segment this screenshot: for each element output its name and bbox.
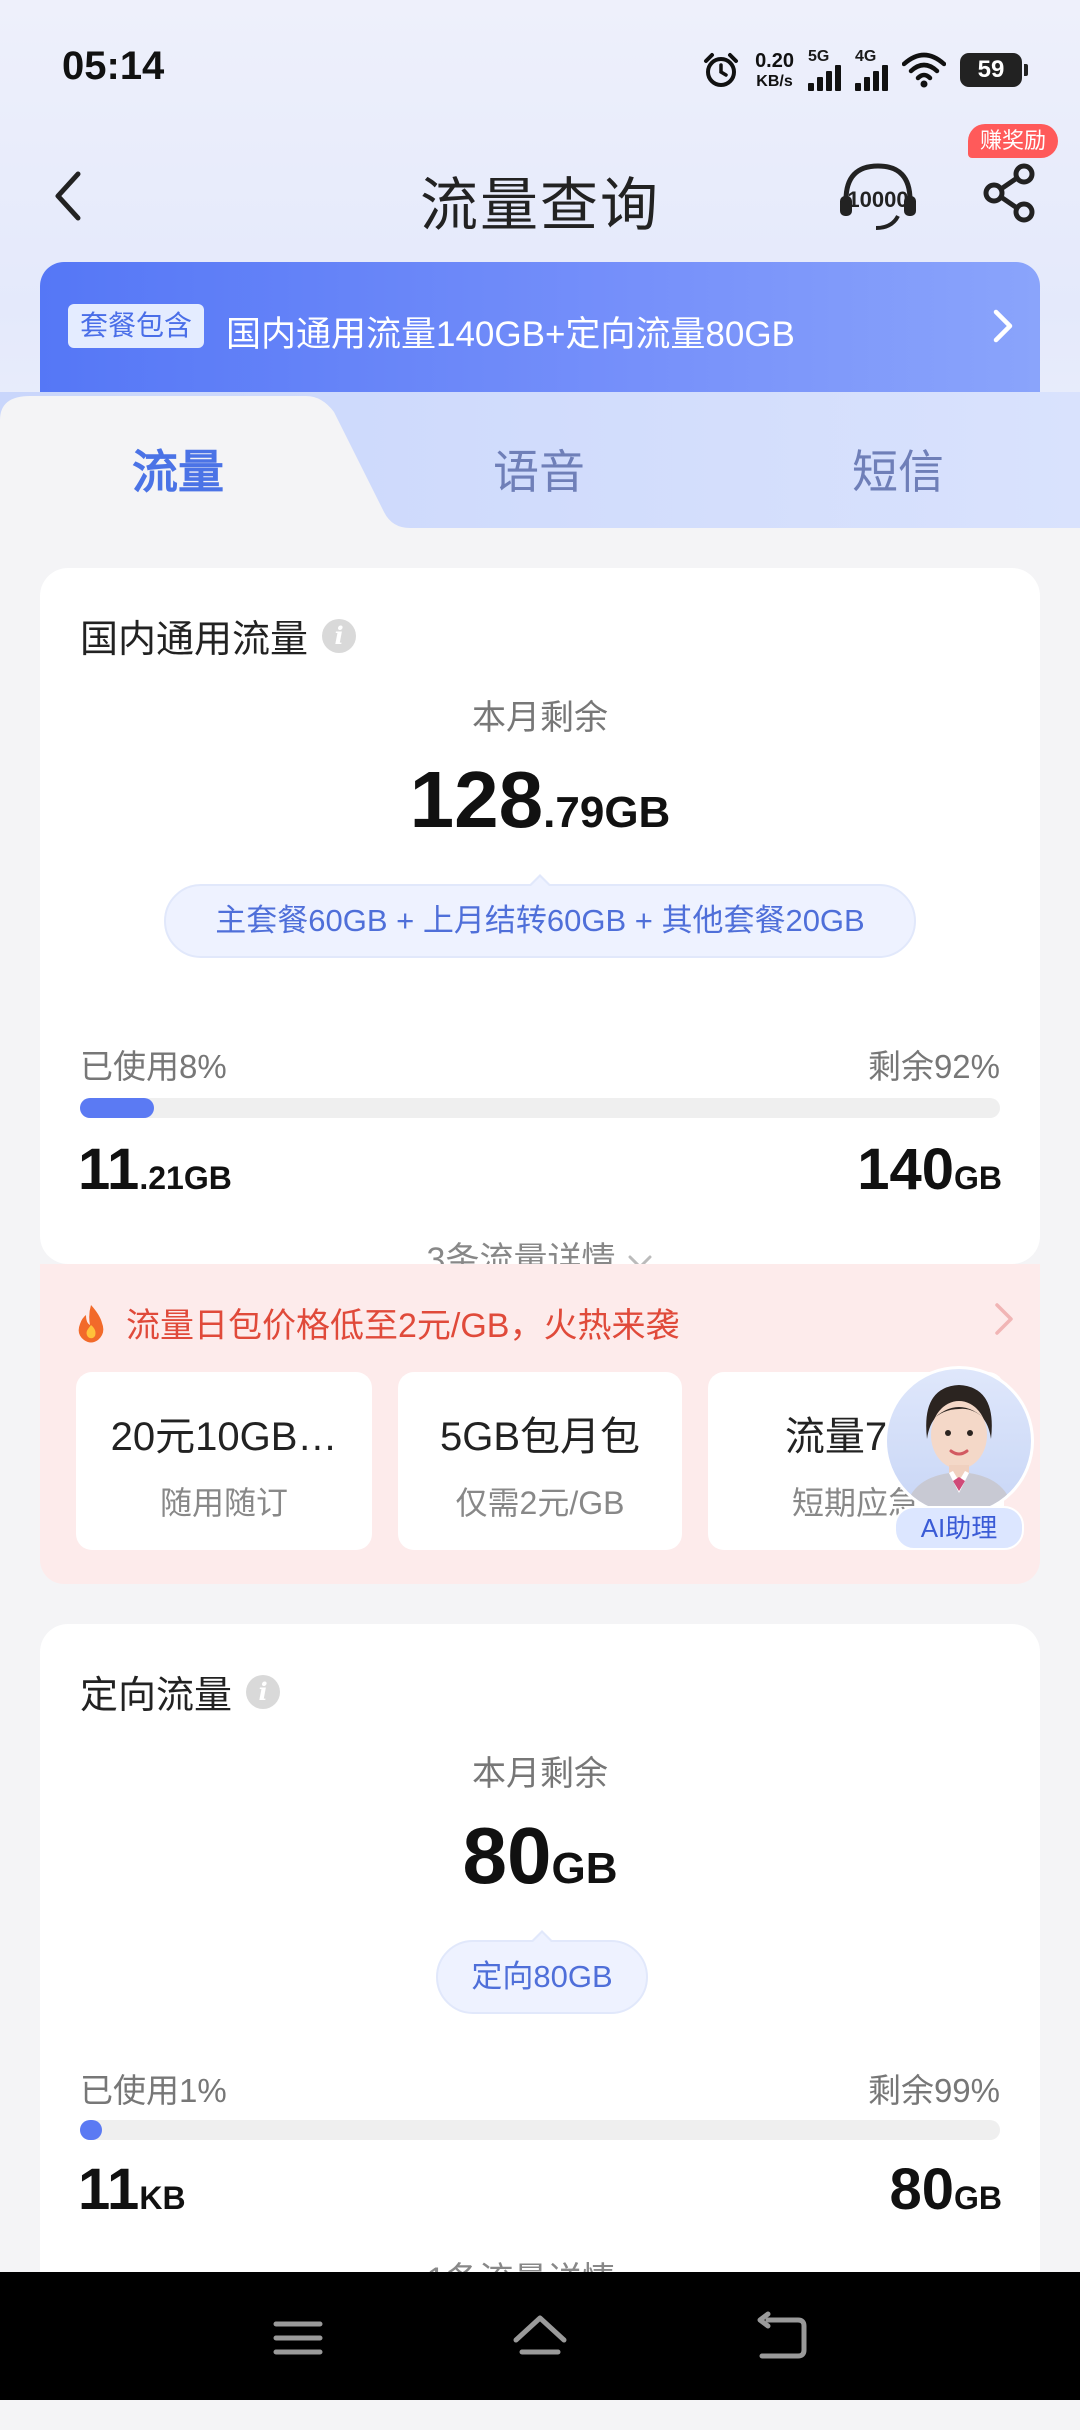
remaining-amount: 128.79GB [40,754,1040,846]
offer-card[interactable]: 5GB包月包 仅需2元/GB [398,1372,682,1550]
total-amount: 80GB [889,2156,1002,2223]
ai-assistant-button[interactable]: AI助理 [880,1366,1034,1552]
ai-assistant-label: AI助理 [894,1506,1024,1550]
info-icon[interactable]: i [322,618,357,653]
menu-icon[interactable] [268,2310,328,2366]
sim1-signal: 5G [808,49,841,91]
directed-data-title: 定向流量 [80,1675,233,1717]
used-percent: 已使用8% [80,1048,227,1085]
signal-bars-icon [855,63,888,91]
used-amount: 11.21GB [78,1136,232,1203]
page-title: 流量查询 [419,173,660,238]
used-percent: 已使用1% [80,2072,227,2109]
remaining-integer: 80 [462,1811,552,1900]
usage-progress-bar [80,1098,1000,1118]
assistant-avatar-icon [905,1385,1013,1513]
back-icon[interactable] [752,2310,812,2366]
package-summary: 国内通用流量140GB+定向流量80GB [226,315,795,354]
battery-indicator: 59 [960,53,1028,87]
allowance-breakdown: 定向80GB [436,1930,648,2014]
usage-progress-fill [80,2120,102,2140]
directed-data-card: 定向流量 i 本月剩余 80GB 定向80GB 已使用1% 剩余99% 11KB… [40,1624,1040,2324]
total-amount: 140GB [857,1136,1002,1203]
card-title: 定向流量 i [80,1664,281,1719]
status-time: 05:14 [62,44,165,88]
promo-headline[interactable]: 流量日包价格低至2元/GB，火热来袭 [74,1298,679,1347]
used-amount: 11KB [78,2156,186,2223]
system-navigation-bar [0,2272,1080,2400]
ai-avatar [884,1366,1034,1516]
sim2-signal: 4G [855,49,888,91]
alarm-icon [704,53,739,87]
total-integer: 140 [857,1137,954,1202]
usage-progress-fill [80,1098,154,1118]
status-icons: 0.20 KB/s 5G 4G 59 [701,48,1028,92]
offer-subtitle: 仅需2元/GB [455,1485,625,1521]
remain-label: 本月剩余 [472,1755,608,1793]
general-data-title: 国内通用流量 [80,619,309,661]
total-unit: GB [954,1160,1002,1196]
used-unit: KB [139,2180,186,2216]
total-integer: 80 [889,2157,954,2222]
total-unit: GB [954,2180,1002,2216]
offer-title: 5GB包月包 [439,1415,641,1459]
usage-progress-bar [80,2120,1000,2140]
general-data-card: 国内通用流量 i 本月剩余 128.79GB 主套餐60GB + 上月结转60G… [40,568,1040,1279]
info-icon[interactable]: i [246,1674,281,1709]
remaining-percent: 剩余99% [867,2072,1000,2109]
remaining-integer: 128 [409,755,544,844]
chevron-right-icon [993,309,1013,343]
promo-headline-text: 流量日包价格低至2元/GB，火热来袭 [126,1307,680,1345]
signal-bars-icon [808,63,841,91]
used-unit: .21GB [139,1160,232,1196]
allowance-breakdown: 主套餐60GB + 上月结转60GB + 其他套餐20GB [164,874,916,958]
network-speed-value: 0.20 [755,49,794,72]
10000-headset-icon[interactable]: 10000 [838,160,918,232]
network-speed-unit: KB/s [756,72,793,90]
remaining-unit: GB [551,1844,618,1893]
svg-text:10000: 10000 [847,187,908,212]
reward-badge[interactable]: 赚奖励 [968,124,1059,158]
remaining-decimal: .79GB [543,788,671,837]
used-integer: 11 [78,2157,140,2222]
card-title: 国内通用流量 i [80,608,357,663]
used-integer: 11 [78,1137,140,1202]
remaining-percent: 剩余92% [867,1048,1000,1085]
status-bar: 05:14 0.20 KB/s 5G 4G 59 [0,0,1080,140]
offer-card[interactable]: 20元10GB… 随用随订 [76,1372,372,1550]
tab-voice[interactable]: 语音 [493,436,585,502]
offer-title: 20元10GB… [110,1415,338,1459]
share-icon[interactable] [982,162,1038,224]
offer-subtitle: 随用随订 [159,1485,288,1521]
fire-icon [78,1304,104,1342]
package-banner[interactable]: 套餐包含 国内通用流量140GB+定向流量80GB [40,262,1040,402]
remain-label: 本月剩余 [472,699,608,737]
remaining-amount: 80GB [40,1810,1040,1902]
home-icon[interactable] [510,2310,570,2366]
chevron-right-icon[interactable] [992,1300,1016,1338]
wifi-icon [902,52,946,88]
network-speed: 0.20 KB/s [755,51,794,90]
package-tag: 套餐包含 [68,304,205,348]
tab-data[interactable]: 流量 [132,436,224,502]
tab-sms[interactable]: 短信 [852,436,944,502]
tab-bar: 流量 语音 短信 [0,392,1080,532]
